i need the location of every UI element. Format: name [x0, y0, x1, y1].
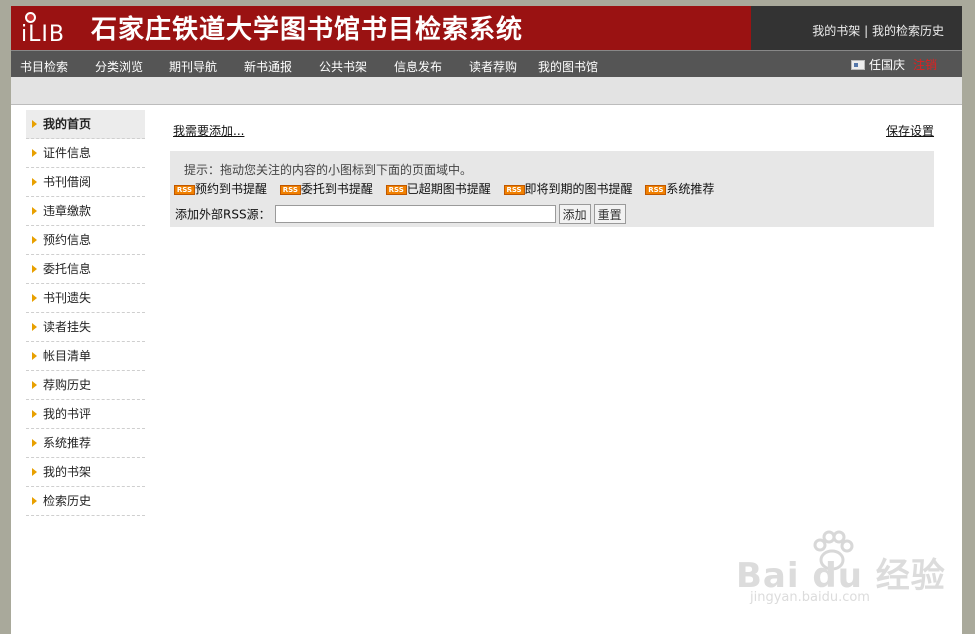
my-search-history-link[interactable]: 我的检索历史 — [872, 24, 944, 38]
arrow-right-icon — [32, 381, 37, 389]
rss-icon: RSS — [385, 185, 407, 195]
header: iLIB 石家庄铁道大学图书馆书目检索系统 我的书架 | 我的检索历史 — [11, 6, 962, 50]
rss-icon: RSS — [645, 185, 667, 195]
logout-link[interactable]: 注销 — [913, 58, 937, 72]
sidebar-item-account-list[interactable]: 帐目清单 — [26, 342, 145, 371]
header-separator: | — [860, 24, 872, 38]
sidebar-item-home[interactable]: 我的首页 — [26, 110, 145, 139]
ilib-logo[interactable]: iLIB — [19, 10, 77, 48]
arrow-right-icon — [32, 439, 37, 447]
sidebar-item-label: 系统推荐 — [43, 436, 92, 450]
nav-item-reader-recommend[interactable]: 读者荐购 — [469, 58, 517, 75]
rss-icon: RSS — [279, 185, 301, 195]
user-card-icon — [851, 60, 865, 70]
user-name[interactable]: 任国庆 — [869, 58, 905, 72]
sidebar-item-my-bookshelf[interactable]: 我的书架 — [26, 458, 145, 487]
sidebar-item-search-history[interactable]: 检索历史 — [26, 487, 145, 516]
nav-item-catalog-search[interactable]: 书目检索 — [20, 58, 68, 75]
sidebar-item-label: 证件信息 — [43, 146, 92, 160]
sidebar-item-label: 预约信息 — [43, 233, 92, 247]
nav-item-category-browse[interactable]: 分类浏览 — [95, 58, 143, 75]
sidebar-item-borrowing[interactable]: 书刊借阅 — [26, 168, 145, 197]
sidebar-item-reservations[interactable]: 预约信息 — [26, 226, 145, 255]
rss-reserve-arrival[interactable]: RSS 预约到书提醒 — [174, 180, 267, 197]
sidebar-item-label: 违章缴款 — [43, 204, 92, 218]
sidebar-item-label: 帐目清单 — [43, 349, 92, 363]
rss-panel: 提示：拖动您关注的内容的小图标到下面的页面域中。 RSS 预约到书提醒 RSS 委托… — [170, 151, 934, 227]
rss-source-row: 添加外部RSS源： 添加 重置 — [175, 204, 626, 224]
rss-system-recommend[interactable]: RSS 系统推荐 — [645, 180, 714, 197]
user-box: 任国庆 注销 — [851, 56, 937, 73]
arrow-right-icon — [32, 323, 37, 331]
nav-item-journal-nav[interactable]: 期刊导航 — [169, 58, 217, 75]
rss-delegate-arrival[interactable]: RSS 委托到书提醒 — [279, 180, 373, 197]
sidebar-item-delegations[interactable]: 委托信息 — [26, 255, 145, 284]
need-add-link[interactable]: 我需要添加... — [173, 122, 244, 139]
sidebar: 我的首页 证件信息 书刊借阅 违章缴款 预约信息 委托信息 书刊遗失 读者挂失 … — [26, 110, 145, 516]
sidebar-item-card-info[interactable]: 证件信息 — [26, 139, 145, 168]
sidebar-item-label: 我的书评 — [43, 407, 92, 421]
sidebar-item-label: 我的书架 — [43, 465, 92, 479]
arrow-right-icon — [32, 410, 37, 418]
sidebar-item-label: 书刊借阅 — [43, 175, 92, 189]
watermark-url: jingyan.baidu.com — [750, 590, 870, 605]
sidebar-item-label: 检索历史 — [43, 494, 92, 508]
nav-item-my-library[interactable]: 我的图书馆 — [538, 58, 598, 75]
site-title: 石家庄铁道大学图书馆书目检索系统 — [91, 15, 524, 45]
arrow-right-icon — [32, 294, 37, 302]
logo-text: iLIB — [21, 22, 65, 47]
rss-icon: RSS — [503, 185, 525, 195]
brand-banner: iLIB 石家庄铁道大学图书馆书目检索系统 — [11, 6, 751, 50]
main-nav: 书目检索 分类浏览 期刊导航 新书通报 公共书架 信息发布 读者荐购 我的图书馆… — [11, 50, 962, 77]
sidebar-item-my-reviews[interactable]: 我的书评 — [26, 400, 145, 429]
sidebar-item-recommend-history[interactable]: 荐购历史 — [26, 371, 145, 400]
sidebar-item-lost-books[interactable]: 书刊遗失 — [26, 284, 145, 313]
add-button[interactable]: 添加 — [558, 204, 591, 224]
header-links-area: 我的书架 | 我的检索历史 — [751, 6, 962, 50]
sidebar-item-label: 委托信息 — [43, 262, 92, 276]
arrow-right-icon — [32, 178, 37, 186]
rss-feed-list: RSS 预约到书提醒 RSS 委托到书提醒 RSS 已超期图书提醒 RSS 即将到期的图… — [174, 180, 723, 197]
sub-toolbar — [11, 77, 962, 105]
rss-source-input[interactable] — [274, 205, 556, 223]
header-links: 我的书架 | 我的检索历史 — [812, 22, 944, 39]
arrow-right-icon — [32, 120, 37, 128]
save-settings-link[interactable]: 保存设置 — [886, 122, 934, 139]
sidebar-item-label: 书刊遗失 — [43, 291, 92, 305]
rss-due-soon[interactable]: RSS 即将到期的图书提醒 — [503, 180, 633, 197]
reset-button[interactable]: 重置 — [593, 204, 626, 224]
arrow-right-icon — [32, 497, 37, 505]
rss-overdue[interactable]: RSS 已超期图书提醒 — [385, 180, 491, 197]
drag-hint: 提示：拖动您关注的内容的小图标到下面的页面域中。 — [184, 163, 473, 177]
sidebar-item-system-recommend[interactable]: 系统推荐 — [26, 429, 145, 458]
sidebar-item-label: 我的首页 — [43, 117, 92, 131]
nav-item-public-shelf[interactable]: 公共书架 — [319, 58, 367, 75]
sidebar-item-fines[interactable]: 违章缴款 — [26, 197, 145, 226]
rss-icon: RSS — [174, 185, 195, 195]
arrow-right-icon — [32, 236, 37, 244]
sidebar-item-report-loss[interactable]: 读者挂失 — [26, 313, 145, 342]
arrow-right-icon — [32, 207, 37, 215]
arrow-right-icon — [32, 468, 37, 476]
nav-item-new-books[interactable]: 新书通报 — [244, 58, 292, 75]
arrow-right-icon — [32, 149, 37, 157]
arrow-right-icon — [32, 352, 37, 360]
nav-item-info-release[interactable]: 信息发布 — [394, 58, 442, 75]
rss-source-label: 添加外部RSS源： — [175, 207, 271, 222]
arrow-right-icon — [32, 265, 37, 273]
sidebar-item-label: 读者挂失 — [43, 320, 92, 334]
my-bookshelf-link[interactable]: 我的书架 — [812, 24, 860, 38]
sidebar-item-label: 荐购历史 — [43, 378, 92, 392]
